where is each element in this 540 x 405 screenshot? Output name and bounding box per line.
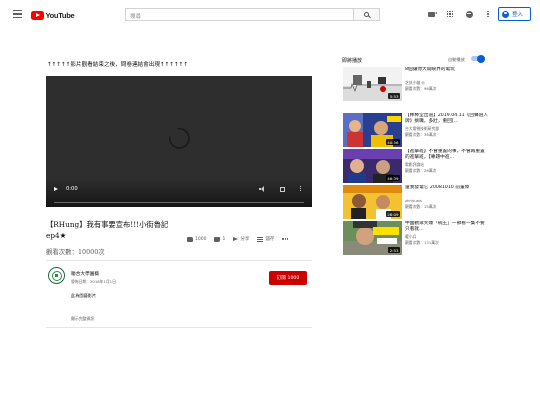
- player-more-icon[interactable]: [300, 185, 302, 192]
- recommended-video[interactable]: 5:53 8個讓你大開眼界的電玩 芝伕小貓 ◎ 觀看次數：96萬次: [343, 67, 493, 101]
- share-button[interactable]: 分享: [233, 236, 249, 242]
- rec-views: 觀看次數：96萬次: [405, 86, 437, 91]
- video-title: 【RHung】我有事要宣布!!!小街魯記 ep4★: [46, 220, 169, 240]
- channel-avatar[interactable]: [48, 267, 65, 284]
- divider: [46, 327, 312, 328]
- video-description: 此為園藝影片: [71, 293, 97, 298]
- top-bar: YouTube 搜尋 登入: [0, 0, 540, 30]
- logo-text: YouTube: [45, 10, 75, 20]
- player-controls: 0:00: [46, 178, 312, 207]
- progress-bar[interactable]: [54, 202, 304, 203]
- loading-spinner-icon: [168, 127, 190, 149]
- dislike-button[interactable]: 1: [214, 236, 226, 242]
- divider: [46, 260, 312, 261]
- account-icon: [502, 10, 509, 18]
- rec-title[interactable]: 還我發電它 20081010 前輩傑: [405, 185, 489, 191]
- video-thumbnail[interactable]: 5:53: [343, 67, 402, 101]
- rec-title[interactable]: 8個讓你大開眼界的電玩: [405, 67, 489, 73]
- duration-badge: 5:53: [388, 93, 400, 99]
- video-thumbnail[interactable]: 40:56: [343, 113, 402, 147]
- rec-views: 觀看次數：131萬次: [405, 240, 439, 245]
- menu-icon[interactable]: [13, 10, 22, 18]
- thumbs-up-icon: [187, 236, 193, 242]
- rec-channel: zhhhuais: [405, 198, 422, 203]
- rec-title[interactable]: 中國觀眾笑爆「碗王」一節看一集不要只看就…: [405, 221, 489, 233]
- video-actions: 1000 1 分享 儲存: [187, 236, 296, 242]
- recommended-video[interactable]: 2:53 中國觀眾笑爆「碗王」一節看一集不要只看就… 暖小兵 觀看次數：131萬…: [343, 221, 493, 255]
- like-button[interactable]: 1000: [187, 236, 207, 242]
- view-count: 觀看次數：10000次: [46, 248, 105, 256]
- duration-badge: 26:09: [385, 211, 400, 217]
- video-camera-icon: [427, 11, 437, 17]
- show-more-link[interactable]: 顯示完整資訊: [71, 316, 94, 322]
- playlist-add-icon: [257, 236, 264, 242]
- search-bar: 搜尋: [125, 8, 380, 21]
- apps-button[interactable]: [446, 10, 454, 18]
- rec-title[interactable]: 【棒棒堂出道】2019.04.11《回聲逍人牌》搞職，多壯，重回[…: [405, 113, 489, 125]
- subscribe-button[interactable]: 訂閱 1000: [269, 271, 307, 285]
- save-label: 儲存: [265, 237, 275, 242]
- sign-in-button[interactable]: 登入: [498, 7, 531, 21]
- play-icon[interactable]: [54, 187, 58, 191]
- player-notice: ↑↑↑↑↑影片觀看結束之後，問卷連結會出現↑↑↑↑↑↑: [47, 62, 189, 68]
- messages-button[interactable]: [465, 10, 473, 18]
- recommended-video[interactable]: 40:56 【棒棒堂出道】2019.04.11《回聲逍人牌》搞職，多壯，重回[……: [343, 113, 493, 147]
- publish-date: 發佈日期：2016年1月1日: [71, 279, 116, 284]
- search-input[interactable]: 搜尋: [125, 8, 353, 21]
- sign-in-label: 登入: [512, 12, 524, 18]
- chat-icon: [465, 10, 473, 18]
- recommended-video[interactable]: 46:39 【進擊班】不會重置的事，不會再重置的進擊班，【專題中進… 電影評論站…: [343, 149, 493, 183]
- recommended-video[interactable]: 26:09 還我發電它 20081010 前輩傑 zhhhuais 觀看次數：1…: [343, 185, 493, 219]
- rec-views: 觀看次數：15萬次: [405, 204, 437, 209]
- dislike-count: 1: [222, 236, 226, 242]
- thumbs-down-icon: [214, 236, 221, 242]
- create-video-button[interactable]: [427, 10, 437, 18]
- more-vertical-icon: [487, 10, 489, 18]
- search-button[interactable]: [353, 8, 380, 21]
- fullscreen-icon[interactable]: [280, 186, 285, 192]
- volume-icon[interactable]: [259, 186, 265, 192]
- time-display: 0:00: [66, 186, 78, 192]
- autoplay-toggle[interactable]: [471, 54, 485, 63]
- rec-title[interactable]: 【進擊班】不會重置的事，不會再重置的進擊班，【專題中進…: [405, 149, 489, 161]
- autoplay-label: 自動播放: [448, 57, 465, 62]
- up-next-heading: 即將播放: [342, 58, 363, 64]
- like-count: 1000: [195, 236, 207, 242]
- youtube-play-icon: [31, 10, 44, 20]
- share-icon: [233, 237, 239, 241]
- duration-badge: 40:56: [385, 139, 400, 145]
- save-button[interactable]: 儲存: [257, 236, 274, 242]
- duration-badge: 46:39: [385, 175, 400, 181]
- header-actions: [427, 10, 492, 18]
- more-horizontal-icon: [282, 238, 289, 240]
- rec-views: 觀看次數：26萬次: [405, 168, 437, 173]
- video-thumbnail[interactable]: 2:53: [343, 221, 402, 255]
- settings-menu-button[interactable]: [484, 10, 492, 18]
- apps-grid-icon: [446, 10, 454, 18]
- youtube-logo[interactable]: YouTube: [31, 10, 75, 20]
- video-thumbnail[interactable]: 46:39: [343, 149, 402, 183]
- rec-views: 觀看次數：36萬次: [405, 132, 437, 137]
- duration-badge: 2:53: [388, 247, 400, 253]
- channel-name[interactable]: 聯合大學園藝: [71, 271, 99, 277]
- search-icon: [364, 12, 369, 17]
- share-label: 分享: [240, 237, 250, 242]
- video-thumbnail[interactable]: 26:09: [343, 185, 402, 219]
- more-actions-button[interactable]: [282, 238, 289, 240]
